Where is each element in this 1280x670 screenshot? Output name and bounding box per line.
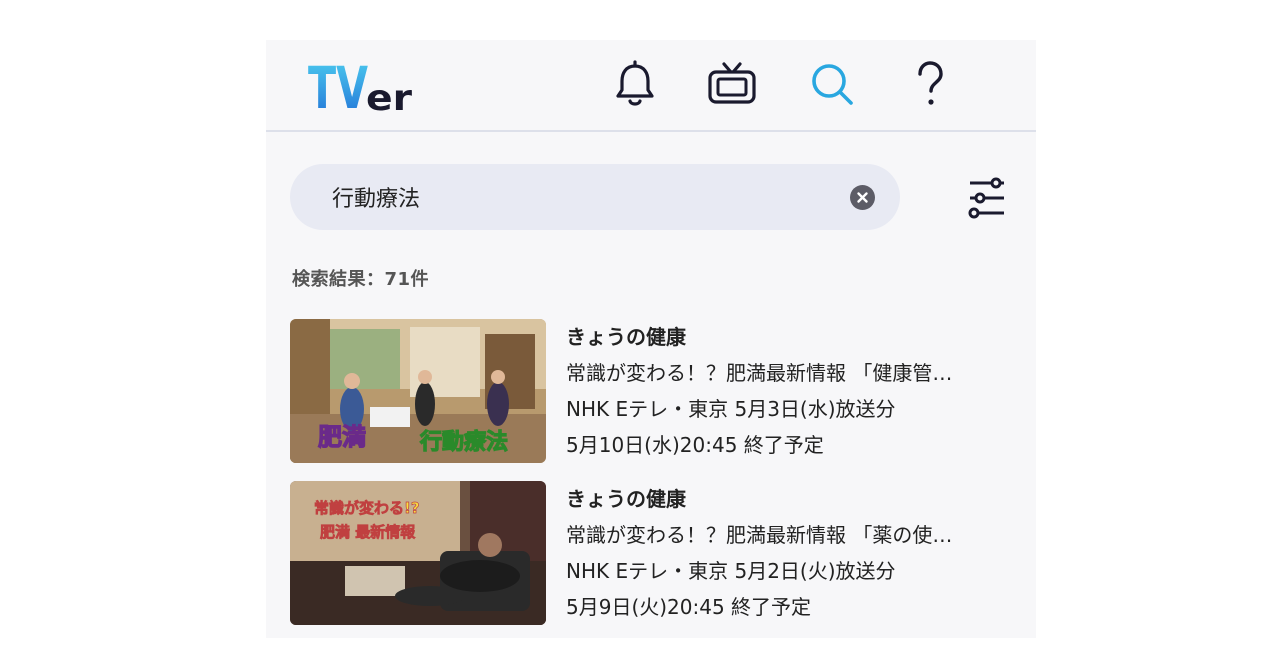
app-header: TV er: [266, 40, 1036, 132]
expiry-info: 5月9日(火)20:45 終了予定: [566, 595, 812, 619]
filter-icon[interactable]: [964, 175, 1010, 221]
broadcast-info: NHK Eテレ・東京 5月3日(水)放送分: [566, 397, 896, 421]
result-count: 検索結果：71件: [292, 269, 430, 290]
episode-title: 常識が変わる！？肥満最新情報 「薬の使…: [566, 523, 953, 547]
thumb-caption-left: 肥満: [318, 423, 366, 451]
thumbnail-image[interactable]: 常識が変わる!? 肥満 最新情報: [290, 481, 546, 625]
program-title[interactable]: きょうの健康: [566, 481, 1016, 517]
app-frame: TV er 行動療法 検索結果：71件 肥満 行動療法 きょうの健康 常識が変わ…: [266, 40, 1036, 638]
episode-title: 常識が変わる！？肥満最新情報 「健康管…: [566, 361, 953, 385]
search-box[interactable]: [290, 164, 900, 230]
help-icon[interactable]: [904, 58, 956, 110]
broadcast-info: NHK Eテレ・東京 5月2日(火)放送分: [566, 559, 896, 583]
search-icon[interactable]: [806, 58, 858, 110]
thumbnail-image[interactable]: 肥満 行動療法: [290, 319, 546, 463]
result-info: きょうの健康 常識が変わる！？肥満最新情報 「健康管… NHK Eテレ・東京 5…: [566, 319, 1016, 463]
thumb-caption-right: 行動療法: [419, 429, 508, 455]
program-title[interactable]: きょうの健康: [566, 319, 1016, 355]
tv-icon[interactable]: [706, 58, 758, 110]
tver-logo[interactable]: TV er: [308, 54, 418, 116]
result-item[interactable]: 常識が変わる!? 肥満 最新情報 きょうの健康 常識が変わる！？肥満最新情報 「…: [290, 481, 1020, 627]
expiry-info: 5月10日(水)20:45 終了予定: [566, 433, 824, 457]
logo-er: er: [366, 78, 412, 116]
thumb-caption-bottom: 肥満 最新情報: [320, 523, 416, 541]
logo-tv: TV: [308, 54, 368, 116]
result-info: きょうの健康 常識が変わる！？肥満最新情報 「薬の使… NHK Eテレ・東京 5…: [566, 481, 1016, 625]
result-item[interactable]: 肥満 行動療法 きょうの健康 常識が変わる！？肥満最新情報 「健康管… NHK …: [290, 319, 1020, 465]
search-row: [266, 164, 1036, 232]
bell-icon[interactable]: [609, 58, 661, 110]
thumb-caption-top: 常識が変わる!?: [314, 499, 420, 517]
clear-icon[interactable]: [850, 185, 875, 210]
search-input[interactable]: [332, 164, 832, 230]
